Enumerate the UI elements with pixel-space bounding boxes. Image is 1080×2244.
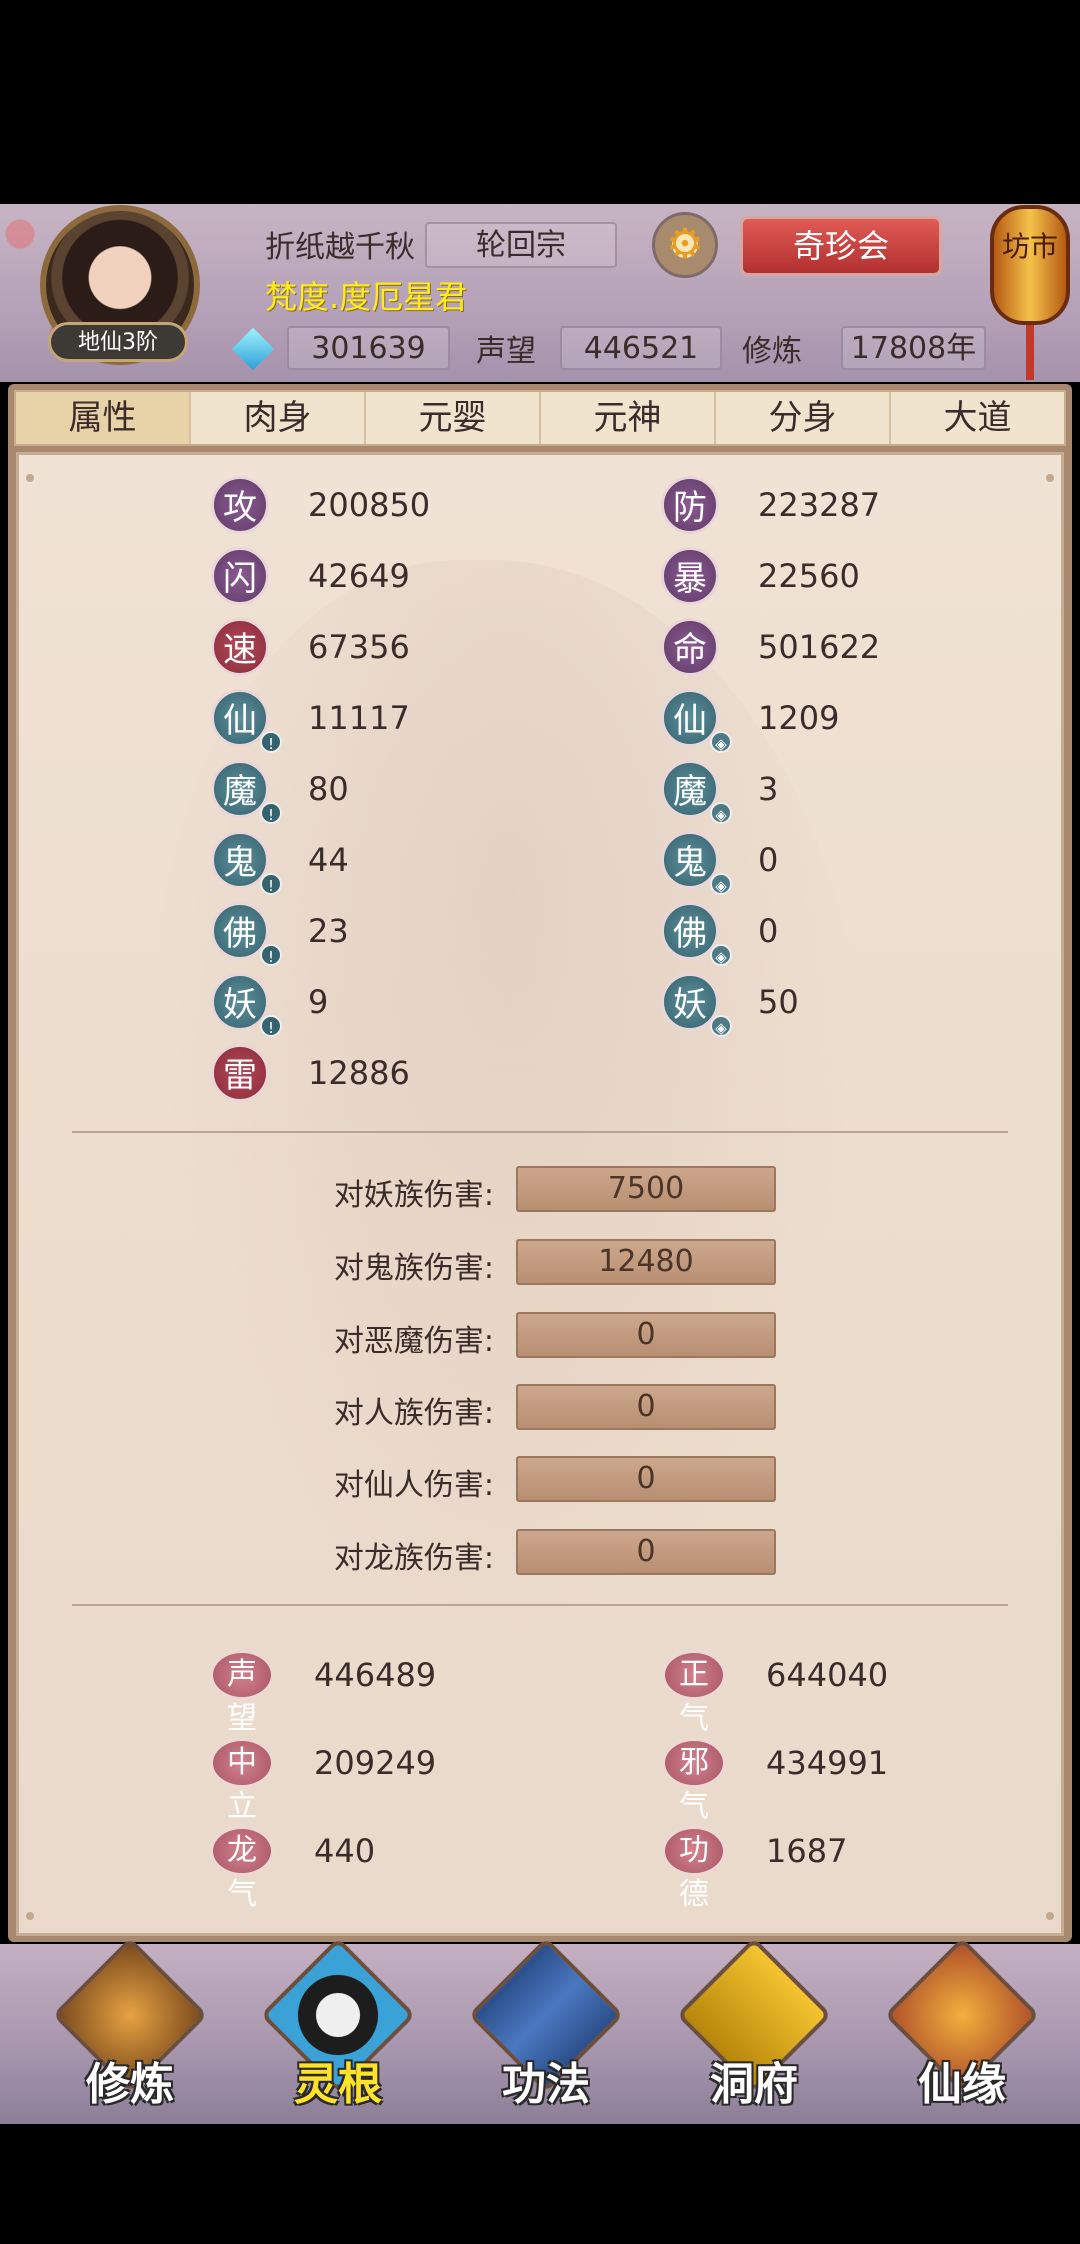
nav-cultivate-label: 修炼	[86, 2059, 174, 2110]
stat-crit-icon: 暴	[661, 547, 719, 605]
stat-speed-value: 67356	[308, 628, 410, 666]
righteous-value: 644040	[766, 1656, 889, 1694]
damage-label-yao: 对妖族伤害:	[333, 1178, 494, 1213]
damage-value-human: 0	[516, 1384, 776, 1430]
nav-spirit-root-label: 灵根	[294, 2059, 382, 2110]
tab-nascent-soul[interactable]: 元婴	[366, 392, 541, 444]
attribute-tabs: 属性 肉身 元婴 元神 分身 大道	[14, 390, 1066, 446]
stat-crit-value: 22560	[758, 557, 860, 595]
corner-ornament	[26, 1912, 34, 1920]
damage-label-demon: 对恶魔伤害:	[333, 1324, 494, 1359]
stat-buddha-attack-value: 23	[308, 912, 349, 950]
attack-mark-icon: !	[260, 802, 282, 824]
stat-dodge-icon: 闪	[211, 547, 269, 605]
damage-value-demon: 0	[516, 1312, 776, 1358]
fame-stat-value: 446489	[314, 1656, 437, 1694]
damage-value-yao: 7500	[516, 1166, 776, 1212]
stat-yao-defense-value: 50	[758, 983, 799, 1021]
player-title: 梵度.度厄星君	[265, 278, 468, 316]
damage-label-ghost: 对鬼族伤害:	[333, 1251, 494, 1286]
stat-defense-value: 223287	[758, 486, 881, 524]
corner-ornament	[1046, 474, 1054, 482]
stat-speed-icon: 速	[211, 618, 269, 676]
stat-hp-icon: 命	[661, 618, 719, 676]
righteous-badge: 正气	[662, 1650, 726, 1736]
tab-avatar-clone[interactable]: 分身	[716, 392, 891, 444]
nav-fate-label: 仙缘	[918, 2059, 1006, 2110]
nav-cultivate[interactable]: 修炼	[52, 1937, 208, 2110]
dragon-qi-value: 440	[314, 1832, 376, 1870]
neutral-badge: 中立	[210, 1738, 274, 1824]
attack-mark-icon: !	[260, 731, 282, 753]
stat-dodge-value: 42649	[308, 557, 410, 595]
stat-attack-icon: 攻	[211, 476, 269, 534]
nav-cave-label: 洞府	[710, 2059, 798, 2110]
damage-label-dragon: 对龙族伤害:	[333, 1541, 494, 1576]
settings-gear-icon[interactable]: ⚙	[652, 212, 718, 278]
stat-immortal-attack-value: 11117	[308, 699, 410, 737]
nav-techniques-label: 功法	[502, 2059, 590, 2110]
corner-ornament	[1046, 1912, 1054, 1920]
cultivation-label: 修炼	[742, 334, 802, 369]
tab-attributes[interactable]: 属性	[16, 392, 191, 444]
stat-attack-value: 200850	[308, 486, 431, 524]
corner-ornament	[26, 474, 34, 482]
damage-value-ghost: 12480	[516, 1239, 776, 1285]
realm-badge: 地仙3阶	[48, 322, 188, 362]
shield-mark-icon: ◈	[710, 944, 732, 966]
shield-mark-icon: ◈	[710, 873, 732, 895]
stat-demon-defense-value: 3	[758, 770, 779, 808]
stat-ghost-attack-value: 44	[308, 841, 349, 879]
market-lantern-icon[interactable]	[990, 205, 1070, 325]
merit-badge: 功德	[662, 1826, 726, 1912]
nav-techniques[interactable]: 功法	[468, 1937, 624, 2110]
merit-value: 1687	[766, 1832, 848, 1870]
damage-label-human: 对人族伤害:	[333, 1396, 494, 1431]
tab-primordial-spirit[interactable]: 元神	[541, 392, 716, 444]
attack-mark-icon: !	[260, 944, 282, 966]
evil-value: 434991	[766, 1744, 889, 1782]
shield-mark-icon: ◈	[710, 802, 732, 824]
player-name: 折纸越千秋	[265, 230, 415, 265]
neutral-value: 209249	[314, 1744, 437, 1782]
nav-spirit-root[interactable]: 灵根	[260, 1937, 416, 2110]
market-sign[interactable]: 坊市	[1000, 230, 1060, 264]
stat-demon-attack-value: 80	[308, 770, 349, 808]
shield-mark-icon: ◈	[710, 1015, 732, 1037]
stat-thunder-icon: 雷	[211, 1044, 269, 1102]
fame-label: 声望	[476, 334, 536, 369]
treasure-shop-button[interactable]: 奇珍会	[740, 216, 942, 276]
lantern-tassel	[1026, 325, 1034, 380]
damage-label-immortal: 对仙人伤害:	[333, 1468, 494, 1503]
stat-defense-icon: 防	[661, 476, 719, 534]
tab-great-dao[interactable]: 大道	[891, 392, 1064, 444]
shield-mark-icon: ◈	[710, 731, 732, 753]
stat-buddha-defense-value: 0	[758, 912, 779, 950]
section-divider	[72, 1131, 1008, 1133]
attack-mark-icon: !	[260, 1015, 282, 1037]
stat-ghost-defense-value: 0	[758, 841, 779, 879]
stat-immortal-defense-value: 1209	[758, 699, 840, 737]
nav-cave[interactable]: 洞府	[676, 1937, 832, 2110]
dragon-qi-badge: 龙气	[210, 1826, 274, 1912]
fame-value: 446521	[560, 326, 722, 370]
spirit-stone-count: 301639	[287, 326, 450, 370]
cultivation-value: 17808年	[841, 326, 986, 370]
stat-hp-value: 501622	[758, 628, 881, 666]
evil-badge: 邪气	[662, 1738, 726, 1824]
stat-thunder-value: 12886	[308, 1054, 410, 1092]
damage-value-dragon: 0	[516, 1529, 776, 1575]
section-divider	[72, 1604, 1008, 1606]
attack-mark-icon: !	[260, 873, 282, 895]
stat-yao-attack-value: 9	[308, 983, 329, 1021]
tab-body[interactable]: 肉身	[191, 392, 366, 444]
fame-badge: 声望	[210, 1650, 274, 1736]
sect-name[interactable]: 轮回宗	[425, 222, 617, 268]
damage-value-immortal: 0	[516, 1456, 776, 1502]
nav-fate[interactable]: 仙缘	[884, 1937, 1040, 2110]
